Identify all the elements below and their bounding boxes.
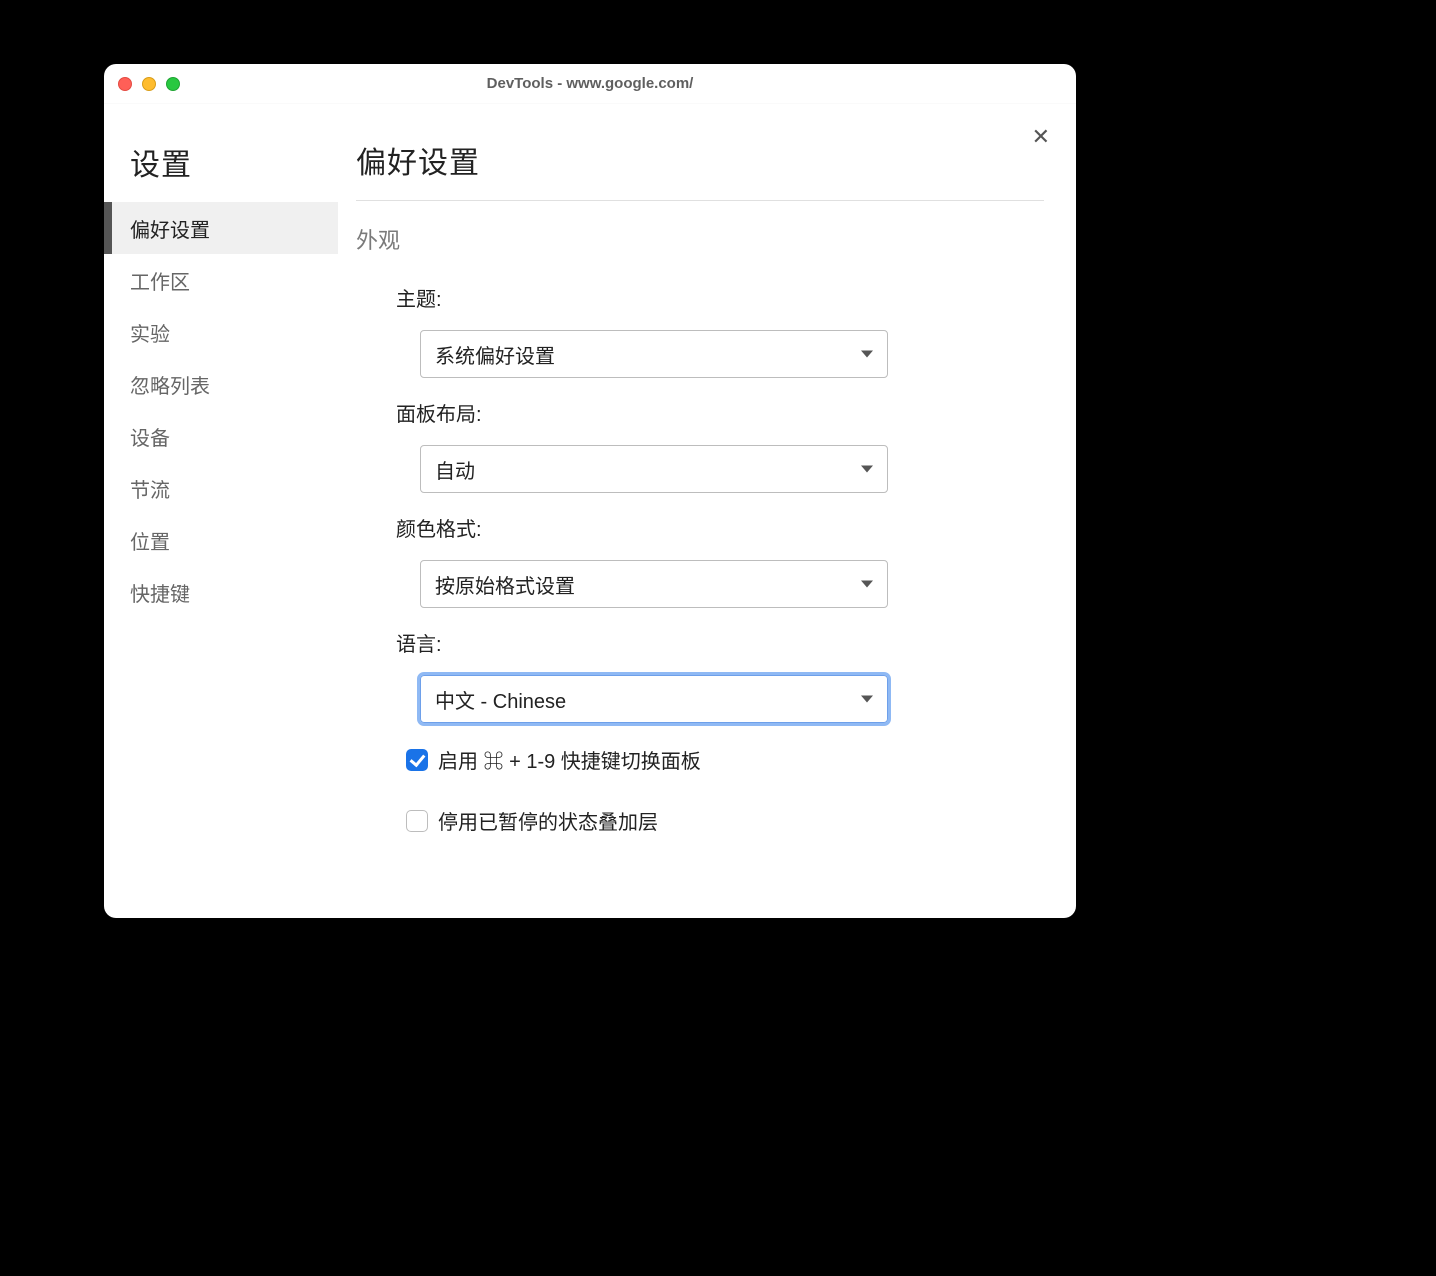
sidebar-item-shortcuts[interactable]: 快捷键 — [104, 566, 338, 618]
sidebar-item-label: 偏好设置 — [130, 214, 210, 243]
select-value: 系统偏好设置 — [435, 340, 555, 369]
sidebar-item-workspace[interactable]: 工作区 — [104, 254, 338, 306]
devtools-window: DevTools - www.google.com/ ✕ 设置 偏好设置 工作区… — [104, 64, 1076, 918]
checkbox-label: 启用 ⌘ + 1-9 快捷键切换面板 — [438, 745, 701, 774]
window-maximize-button[interactable] — [166, 77, 180, 91]
section-label-appearance: 外观 — [356, 223, 1044, 255]
sidebar-item-preferences[interactable]: 偏好设置 — [104, 202, 338, 254]
select-value: 自动 — [435, 455, 475, 484]
checkbox-row-shortcut[interactable]: 启用 ⌘ + 1-9 快捷键切换面板 — [406, 745, 1044, 774]
chevron-down-icon — [861, 696, 873, 703]
main-panel: 偏好设置 外观 主题: 系统偏好设置 面板布局: 自动 — [338, 104, 1076, 918]
window-minimize-button[interactable] — [142, 77, 156, 91]
sidebar-item-ignorelist[interactable]: 忽略列表 — [104, 358, 338, 410]
checkbox-row-overlay[interactable]: 停用已暂停的状态叠加层 — [406, 806, 1044, 835]
window-close-button[interactable] — [118, 77, 132, 91]
sidebar-item-experiments[interactable]: 实验 — [104, 306, 338, 358]
color-format-select[interactable]: 按原始格式设置 — [420, 560, 888, 608]
checkbox-label: 停用已暂停的状态叠加层 — [438, 806, 658, 835]
window-title: DevTools - www.google.com/ — [104, 75, 1076, 92]
sidebar-item-label: 快捷键 — [130, 578, 190, 607]
sidebar-item-throttling[interactable]: 节流 — [104, 462, 338, 514]
theme-select[interactable]: 系统偏好设置 — [420, 330, 888, 378]
close-icon[interactable]: ✕ — [1032, 126, 1050, 148]
page-title: 偏好设置 — [356, 138, 1044, 201]
sidebar-item-label: 设备 — [130, 422, 170, 451]
sidebar-item-label: 实验 — [130, 318, 170, 347]
chevron-down-icon — [861, 581, 873, 588]
settings-sidebar: 设置 偏好设置 工作区 实验 忽略列表 设备 节流 位置 快捷 — [104, 104, 338, 918]
chevron-down-icon — [861, 466, 873, 473]
field-label-color-format: 颜色格式: — [396, 513, 1044, 542]
field-theme: 主题: 系统偏好设置 — [396, 283, 1044, 378]
select-value: 中文 - Chinese — [435, 685, 566, 714]
field-label-panel-layout: 面板布局: — [396, 398, 1044, 427]
titlebar: DevTools - www.google.com/ — [104, 64, 1076, 104]
shortcut-checkbox[interactable] — [406, 749, 428, 771]
sidebar-item-label: 工作区 — [130, 266, 190, 295]
field-language: 语言: 中文 - Chinese — [396, 628, 1044, 723]
sidebar-item-label: 节流 — [130, 474, 170, 503]
sidebar-title: 设置 — [104, 140, 338, 202]
sidebar-item-locations[interactable]: 位置 — [104, 514, 338, 566]
content: ✕ 设置 偏好设置 工作区 实验 忽略列表 设备 节流 位置 — [104, 104, 1076, 918]
field-panel-layout: 面板布局: 自动 — [396, 398, 1044, 493]
form-block: 主题: 系统偏好设置 面板布局: 自动 颜色格式: — [356, 283, 1044, 835]
field-label-theme: 主题: — [396, 283, 1044, 312]
chevron-down-icon — [861, 351, 873, 358]
language-select[interactable]: 中文 - Chinese — [420, 675, 888, 723]
field-color-format: 颜色格式: 按原始格式设置 — [396, 513, 1044, 608]
sidebar-item-label: 忽略列表 — [130, 370, 210, 399]
overlay-checkbox[interactable] — [406, 810, 428, 832]
panel-layout-select[interactable]: 自动 — [420, 445, 888, 493]
traffic-lights — [118, 77, 180, 91]
sidebar-item-devices[interactable]: 设备 — [104, 410, 338, 462]
select-value: 按原始格式设置 — [435, 570, 575, 599]
field-label-language: 语言: — [396, 628, 1044, 657]
sidebar-item-label: 位置 — [130, 526, 170, 555]
